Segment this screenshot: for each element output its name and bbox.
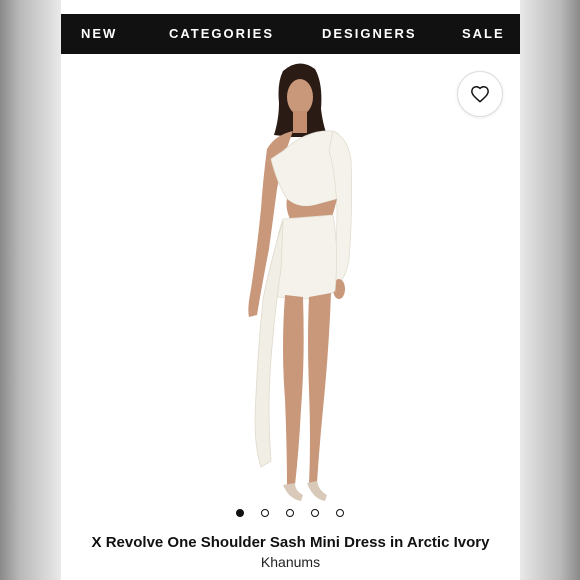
product-photo bbox=[248, 63, 353, 501]
carousel-dot-3[interactable] bbox=[286, 509, 294, 517]
carousel-dot-2[interactable] bbox=[261, 509, 269, 517]
product-title: X Revolve One Shoulder Sash Mini Dress i… bbox=[91, 534, 490, 551]
carousel-dot-4[interactable] bbox=[311, 509, 319, 517]
nav-item-categories[interactable]: CATEGORIES bbox=[169, 14, 274, 54]
product-page: NEW CATEGORIES DESIGNERS SALE X Revolve … bbox=[61, 0, 520, 580]
carousel-pagination bbox=[61, 509, 520, 521]
carousel-dot-1[interactable] bbox=[236, 509, 244, 517]
carousel-dot-5[interactable] bbox=[336, 509, 344, 517]
favorite-button[interactable] bbox=[457, 71, 503, 117]
nav-item-new[interactable]: NEW bbox=[81, 14, 117, 54]
nav-item-designers[interactable]: DESIGNERS bbox=[322, 14, 417, 54]
nav-item-sale[interactable]: SALE bbox=[462, 14, 505, 54]
top-navigation-bar: NEW CATEGORIES DESIGNERS SALE bbox=[61, 14, 520, 54]
product-brand-link[interactable]: Khanums bbox=[61, 554, 520, 570]
heart-outline-icon bbox=[471, 85, 489, 103]
product-image-carousel[interactable] bbox=[61, 54, 520, 524]
